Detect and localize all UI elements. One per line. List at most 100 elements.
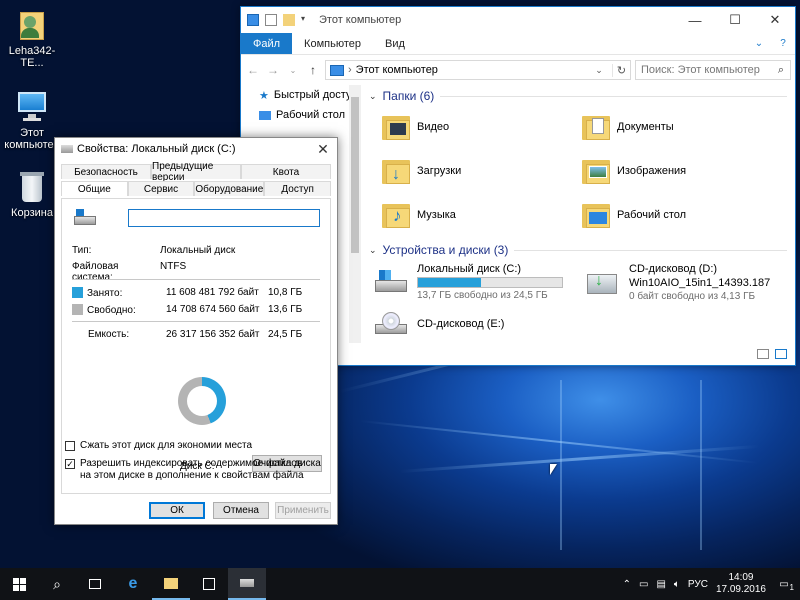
checkbox-unchecked-icon[interactable] xyxy=(65,441,75,451)
tab-previous-versions[interactable]: Предыдущие версии xyxy=(151,161,241,183)
nav-item-quick-access[interactable]: ★ Быстрый доступ xyxy=(241,85,357,105)
back-icon[interactable]: ← xyxy=(245,63,261,77)
clock[interactable]: 14:09 17.09.2016 xyxy=(716,572,766,596)
tab-sharing[interactable]: Доступ xyxy=(264,181,331,196)
search-icon[interactable]: ⌕ xyxy=(772,64,790,77)
large-icons-view-icon[interactable] xyxy=(775,349,787,359)
address-bar[interactable]: › Этот компьютер ⌄ ↻ xyxy=(325,60,631,80)
new-folder-icon[interactable] xyxy=(283,14,295,26)
tab-hardware[interactable]: Оборудование xyxy=(194,181,265,196)
tab-file[interactable]: Файл xyxy=(241,33,293,54)
file-explorer-button[interactable] xyxy=(152,568,190,600)
drive-d[interactable]: ↓ CD-дисковод (D:) Win10AIO_15in1_14393.… xyxy=(585,261,770,303)
minimize-button[interactable]: — xyxy=(675,7,715,33)
downloads-folder-icon: ↓ xyxy=(381,156,411,186)
tab-quota[interactable]: Квота xyxy=(241,164,331,179)
index-checkbox[interactable]: ✓ Разрешить индексировать содержимое фай… xyxy=(65,458,315,482)
search-button[interactable]: ⌕ xyxy=(38,568,76,600)
free-swatch xyxy=(72,304,83,315)
checkbox-checked-icon[interactable]: ✓ xyxy=(65,459,75,469)
drive-c[interactable]: Локальный диск (C:) 13,7 ГБ свободно из … xyxy=(373,261,573,303)
properties-icon[interactable] xyxy=(265,14,277,26)
explorer-titlebar[interactable]: ▾ Этот компьютер — ☐ ✕ xyxy=(241,7,795,33)
computer-icon xyxy=(330,64,344,76)
explorer-title: Этот компьютер xyxy=(319,14,402,26)
computer-icon xyxy=(14,90,50,124)
ok-button[interactable]: ОК xyxy=(149,502,205,519)
content-pane: ⌄ Папки (6) Видео Документы ↓ Загрузки И… xyxy=(365,85,795,343)
music-folder-icon: ♪ xyxy=(381,200,411,230)
forward-icon[interactable]: → xyxy=(265,63,281,77)
battery-icon[interactable]: ▭ xyxy=(639,579,648,590)
properties-dialog[interactable]: Свойства: Локальный диск (C:) ✕ Безопасн… xyxy=(54,137,338,525)
drive-properties-task-button[interactable] xyxy=(228,568,266,600)
drive-usage-fill xyxy=(418,278,482,287)
close-icon[interactable]: ✕ xyxy=(309,141,337,158)
details-view-icon[interactable] xyxy=(757,349,769,359)
drive-usage-bar xyxy=(417,277,563,288)
drive-icon xyxy=(74,209,96,227)
start-button[interactable] xyxy=(0,568,38,600)
network-icon[interactable]: ▤ xyxy=(656,579,665,590)
videos-folder-icon xyxy=(381,112,411,142)
folders-group-header[interactable]: ⌄ Папки (6) xyxy=(365,85,795,107)
desktop-icon-user[interactable]: Leha342-TE... xyxy=(0,8,64,69)
folder-pictures[interactable]: Изображения xyxy=(581,151,781,191)
compress-checkbox[interactable]: Сжать этот диск для экономии места xyxy=(65,440,252,452)
task-view-button[interactable] xyxy=(76,568,114,600)
store-icon xyxy=(203,578,215,590)
dialog-title: Свойства: Локальный диск (C:) xyxy=(77,143,236,155)
computer-icon xyxy=(247,14,259,26)
volume-label-input[interactable] xyxy=(128,209,320,227)
nav-item-desktop[interactable]: Рабочий стол xyxy=(241,105,349,125)
tab-general[interactable]: Общие xyxy=(61,181,128,196)
tab-computer[interactable]: Компьютер xyxy=(292,33,373,54)
tab-security[interactable]: Безопасность xyxy=(61,164,151,179)
cancel-button[interactable]: Отмена xyxy=(213,502,269,519)
drive-icon xyxy=(240,579,254,587)
disk-usage-chart xyxy=(178,377,226,425)
refresh-icon[interactable]: ↻ xyxy=(612,63,630,77)
used-swatch xyxy=(72,287,83,298)
devices-group-header[interactable]: ⌄ Устройства и диски (3) xyxy=(365,239,795,261)
volume-icon[interactable]: 🔈︎ xyxy=(674,579,680,590)
cd-drive-icon xyxy=(373,312,409,336)
collapse-chevron-icon[interactable]: ⌄ xyxy=(369,91,377,102)
folder-icon xyxy=(164,577,178,589)
close-button[interactable]: ✕ xyxy=(755,7,795,33)
folder-music[interactable]: ♪ Музыка xyxy=(381,195,581,235)
windows-logo-icon xyxy=(12,577,26,591)
address-dropdown-icon[interactable]: ⌄ xyxy=(590,65,608,76)
collapse-chevron-icon[interactable]: ⌄ xyxy=(369,245,377,256)
action-center-icon[interactable]: ▭ 1 xyxy=(774,579,794,592)
ribbon-tabs: Файл Компьютер Вид ⌄ ? xyxy=(241,33,795,55)
star-icon: ★ xyxy=(259,89,269,102)
input-language-indicator[interactable]: РУС xyxy=(688,579,708,590)
edge-icon: e xyxy=(128,575,138,592)
folder-videos[interactable]: Видео xyxy=(381,107,581,147)
breadcrumb-chevron-icon[interactable]: › xyxy=(348,64,352,76)
tab-view[interactable]: Вид xyxy=(373,33,417,54)
drive-icon xyxy=(61,145,73,153)
help-icon[interactable]: ? xyxy=(771,33,795,54)
dialog-titlebar[interactable]: Свойства: Локальный диск (C:) ✕ xyxy=(55,138,337,160)
expand-ribbon-icon[interactable]: ⌄ xyxy=(747,33,771,54)
customize-toolbar-icon[interactable]: ▾ xyxy=(301,14,309,26)
nav-scrollbar[interactable] xyxy=(349,85,361,343)
up-icon[interactable]: ↑ xyxy=(305,63,321,77)
maximize-button[interactable]: ☐ xyxy=(715,7,755,33)
recent-locations-icon[interactable]: ⌄ xyxy=(285,66,301,75)
drive-e[interactable]: CD-дисковод (E:) xyxy=(373,303,795,345)
store-button[interactable] xyxy=(190,568,228,600)
folder-desktop[interactable]: Рабочий стол xyxy=(581,195,781,235)
apply-button[interactable]: Применить xyxy=(275,502,331,519)
show-hidden-icons-icon[interactable]: ⌃ xyxy=(623,579,631,590)
search-box[interactable]: Поиск: Этот компьютер ⌕ xyxy=(635,60,791,80)
folder-documents[interactable]: Документы xyxy=(581,107,781,147)
tab-tools[interactable]: Сервис xyxy=(127,181,195,196)
taskbar: ⌕ e ⌃ ▭ ▤ 🔈︎ РУС 14:09 17.09.2016 ▭ 1 xyxy=(0,568,800,600)
mouse-cursor-icon xyxy=(550,464,557,475)
edge-button[interactable]: e xyxy=(114,568,152,600)
folder-downloads[interactable]: ↓ Загрузки xyxy=(381,151,581,191)
search-icon: ⌕ xyxy=(53,575,61,592)
